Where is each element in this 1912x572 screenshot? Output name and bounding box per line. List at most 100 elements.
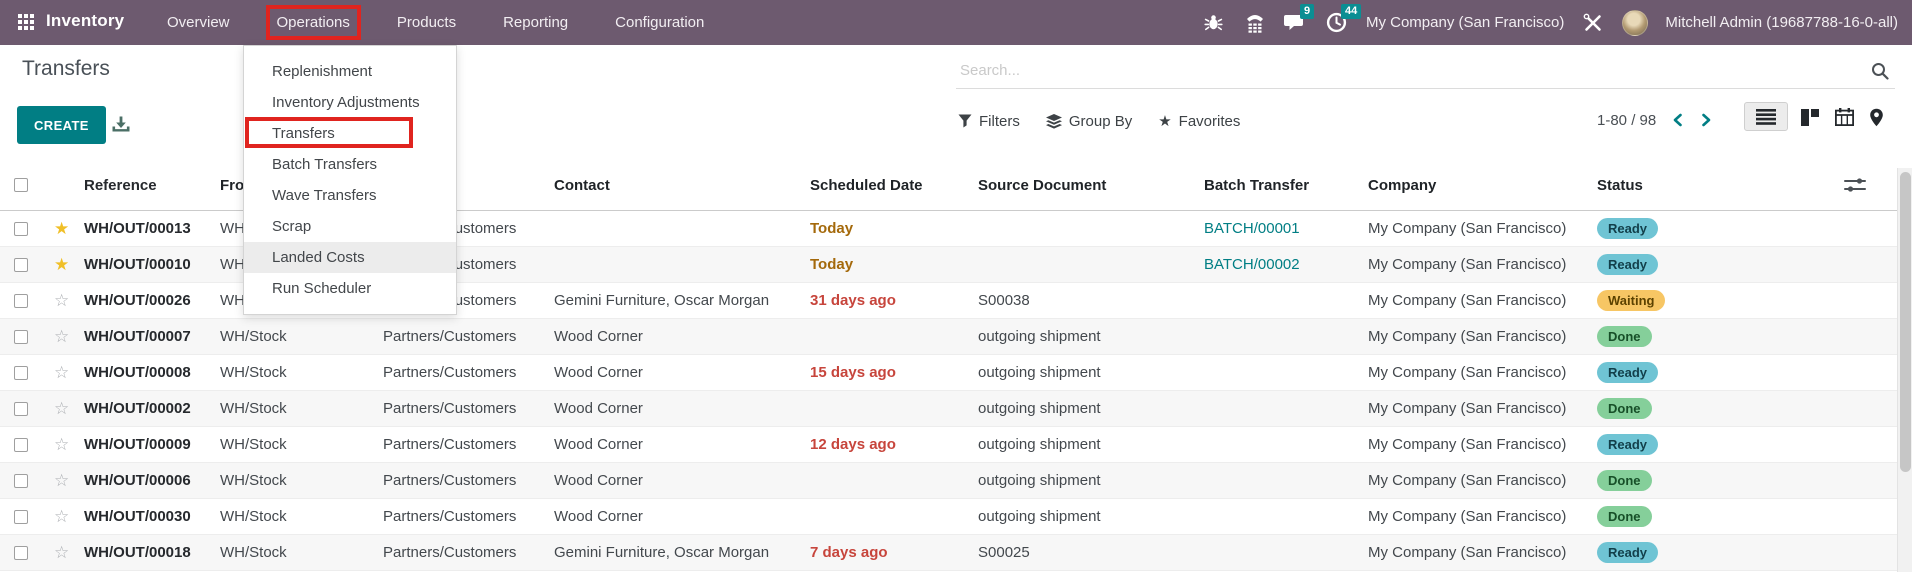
nav-item-operations[interactable]: Operations [270,9,357,36]
row-checkbox[interactable] [14,510,28,524]
apps-menu-icon[interactable] [18,14,36,32]
column-header-source[interactable]: Source Document [978,177,1204,194]
status-cell: Done [1597,506,1720,527]
row-checkbox[interactable] [14,222,28,236]
to-cell: Partners/Customers [383,436,554,453]
status-badge: Ready [1597,254,1658,275]
menu-item-wave-transfers[interactable]: Wave Transfers [244,180,456,211]
row-checkbox[interactable] [14,294,28,308]
row-checkbox[interactable] [14,366,28,380]
priority-star-icon[interactable]: ★ [54,219,69,238]
pager-previous-icon[interactable] [1670,112,1686,128]
nav-item-products[interactable]: Products [390,9,463,36]
create-button[interactable]: CREATE [17,106,106,144]
priority-star-icon[interactable]: ☆ [54,471,69,490]
row-checkbox[interactable] [14,402,28,416]
table-row[interactable]: ☆WH/OUT/00030WH/StockPartners/CustomersW… [0,499,1912,535]
list-view-icon [1756,109,1776,125]
view-switcher-kanban[interactable] [1797,106,1823,128]
menu-item-transfers[interactable]: Transfers [244,118,456,149]
nav-item-overview[interactable]: Overview [160,9,237,36]
column-header-contact[interactable]: Contact [554,177,810,194]
batch-transfer-link[interactable]: BATCH/00001 [1204,220,1300,237]
table-scrollbar-track [1897,168,1912,572]
reference-cell: WH/OUT/00013 [84,220,220,237]
to-cell: Partners/Customers [383,508,554,525]
priority-star-icon[interactable]: ☆ [54,435,69,454]
status-cell: Ready [1597,434,1720,455]
column-header-ref[interactable]: Reference [84,177,220,194]
table-row[interactable]: ☆WH/OUT/00008WH/StockPartners/CustomersW… [0,355,1912,391]
column-header-batch[interactable]: Batch Transfer [1204,177,1368,194]
source-document-cell: outgoing shipment [978,436,1204,453]
status-badge: Done [1597,398,1652,419]
favorites-button[interactable]: ★ Favorites [1158,113,1240,130]
priority-star-icon[interactable]: ☆ [54,363,69,382]
menu-item-batch-transfers[interactable]: Batch Transfers [244,149,456,180]
reference-cell: WH/OUT/00018 [84,544,220,561]
activities-clock-icon[interactable]: 44 [1325,11,1349,35]
view-switcher-list[interactable] [1744,102,1788,131]
contact-cell: Wood Corner [554,364,810,381]
from-cell: WH/Stock [220,544,383,561]
bug-icon[interactable] [1202,11,1226,35]
odoo-inventory-transfers-screen: Inventory Overview Operations Products Repo… [0,0,1912,572]
priority-star-icon[interactable]: ★ [54,255,69,274]
nav-item-reporting[interactable]: Reporting [496,9,575,36]
row-checkbox[interactable] [14,546,28,560]
column-header-sched[interactable]: Scheduled Date [810,177,978,194]
column-settings-icon[interactable] [1844,177,1866,193]
nav-item-configuration[interactable]: Configuration [608,9,711,36]
batch-transfer-link[interactable]: BATCH/00002 [1204,256,1300,273]
select-all-checkbox[interactable] [14,178,28,192]
pager-next-icon[interactable] [1698,112,1714,128]
search-icon[interactable] [1871,62,1889,80]
table-row[interactable]: ☆WH/OUT/00018WH/StockPartners/CustomersG… [0,535,1912,571]
source-document-cell: outgoing shipment [978,508,1204,525]
group-by-button[interactable]: Group By [1046,113,1132,130]
app-name[interactable]: Inventory [46,11,124,31]
user-menu[interactable]: Mitchell Admin (19687788-16-0-all) [1665,14,1898,31]
menu-item-scrap[interactable]: Scrap [244,211,456,242]
user-avatar[interactable] [1622,10,1648,36]
batch-transfer-cell: BATCH/00002 [1204,256,1368,273]
search-input[interactable] [956,62,1871,79]
priority-star-icon[interactable]: ☆ [54,291,69,310]
row-checkbox[interactable] [14,330,28,344]
export-download-icon[interactable] [111,115,131,135]
priority-star-icon[interactable]: ☆ [54,543,69,562]
priority-star-icon[interactable]: ☆ [54,507,69,526]
messages-icon[interactable]: 9 [1284,11,1308,35]
row-checkbox[interactable] [14,474,28,488]
status-cell: Ready [1597,218,1720,239]
priority-star-icon[interactable]: ☆ [54,399,69,418]
table-scrollbar-thumb[interactable] [1900,172,1911,472]
annotation-box-operations [270,9,357,36]
tools-icon[interactable] [1581,11,1605,35]
map-pin-icon [1869,108,1884,127]
column-header-status[interactable]: Status [1597,177,1720,194]
menu-item-landed-costs[interactable]: Landed Costs [244,242,456,273]
view-switcher-calendar[interactable] [1831,106,1857,128]
status-badge: Ready [1597,218,1658,239]
company-switcher[interactable]: My Company (San Francisco) [1366,14,1564,31]
column-header-company[interactable]: Company [1368,177,1597,194]
menu-item-inventory-adjustments[interactable]: Inventory Adjustments [244,87,456,118]
menu-item-replenishment[interactable]: Replenishment [244,56,456,87]
contact-cell: Wood Corner [554,328,810,345]
table-row[interactable]: ☆WH/OUT/00002WH/StockPartners/CustomersW… [0,391,1912,427]
source-document-cell: outgoing shipment [978,400,1204,417]
status-cell: Done [1597,398,1720,419]
view-switcher-map[interactable] [1863,106,1889,128]
table-row[interactable]: ☆WH/OUT/00009WH/StockPartners/CustomersW… [0,427,1912,463]
filter-bar: Filters Group By ★ Favorites [958,105,1240,137]
row-checkbox[interactable] [14,438,28,452]
phone-keypad-icon[interactable] [1243,11,1267,35]
priority-star-icon[interactable]: ☆ [54,327,69,346]
table-row[interactable]: ☆WH/OUT/00006WH/StockPartners/CustomersW… [0,463,1912,499]
row-checkbox[interactable] [14,258,28,272]
menu-item-run-scheduler[interactable]: Run Scheduler [244,273,456,304]
filters-button[interactable]: Filters [958,113,1020,130]
source-document-cell: outgoing shipment [978,472,1204,489]
table-row[interactable]: ☆WH/OUT/00007WH/StockPartners/CustomersW… [0,319,1912,355]
